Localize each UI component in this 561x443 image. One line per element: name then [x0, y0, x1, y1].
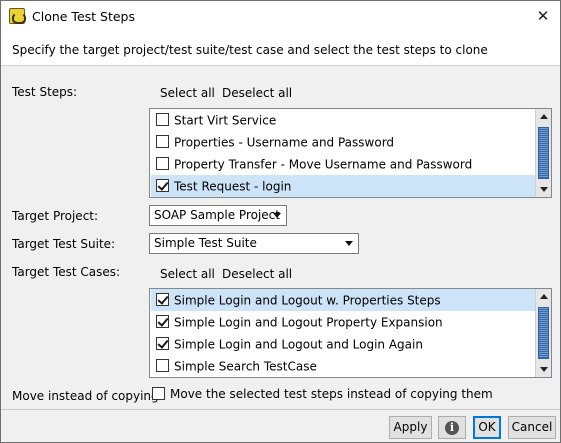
- test-case-checkbox[interactable]: [156, 359, 169, 372]
- scroll-up-arrow-icon[interactable]: [536, 289, 551, 304]
- test-cases-list[interactable]: Simple Login and Logout w. Properties St…: [149, 288, 552, 378]
- test-case-checkbox[interactable]: [156, 315, 169, 328]
- test-step-item-label: Start Virt Service: [174, 113, 277, 128]
- test-step-checkbox[interactable]: [156, 113, 169, 126]
- test-step-item-label: Test Request - login: [174, 179, 292, 194]
- scroll-thumb[interactable]: [538, 307, 549, 359]
- instruction-text: Specify the target project/test suite/te…: [12, 43, 488, 57]
- move-instead-label: Move instead of copying:: [12, 389, 163, 403]
- title-bar: Clone Test Steps ✕: [1, 1, 560, 32]
- test-step-checkbox[interactable]: [156, 179, 169, 192]
- test-case-list-item[interactable]: Simple Login and Logout w. Properties St…: [151, 289, 535, 311]
- soapui-app-icon: [9, 8, 26, 24]
- test-steps-list[interactable]: Start Virt Service Properties - Username …: [149, 108, 552, 198]
- apply-button[interactable]: Apply: [389, 416, 432, 439]
- target-project-label: Target Project:: [12, 209, 99, 223]
- target-project-select[interactable]: SOAP Sample Project: [149, 205, 287, 226]
- scroll-up-arrow-icon[interactable]: [536, 109, 551, 124]
- test-step-checkbox[interactable]: [156, 157, 169, 170]
- target-project-value: SOAP Sample Project: [154, 208, 280, 222]
- window-title: Clone Test Steps: [32, 9, 135, 24]
- chevron-down-icon: [273, 213, 281, 218]
- instruction-band: Specify the target project/test suite/te…: [1, 32, 560, 66]
- test-step-list-item[interactable]: Properties - Username and Password: [151, 131, 535, 153]
- target-test-suite-select[interactable]: Simple Test Suite: [149, 233, 359, 254]
- close-button[interactable]: ✕: [532, 5, 554, 27]
- test-case-list-item[interactable]: Simple Search TestCase: [151, 355, 535, 377]
- chevron-down-icon: [345, 241, 353, 246]
- info-icon: i: [445, 421, 459, 435]
- test-case-item-label: Simple Login and Logout and Login Again: [174, 337, 423, 352]
- footer-divider: [1, 409, 560, 410]
- test-case-list-item[interactable]: Simple Login and Logout Property Expansi…: [151, 311, 535, 333]
- test-cases-select-all[interactable]: Select all: [160, 267, 215, 281]
- test-case-checkbox[interactable]: [156, 337, 169, 350]
- test-step-list-item[interactable]: Start Virt Service: [151, 109, 535, 131]
- test-cases-deselect-all[interactable]: Deselect all: [222, 267, 292, 281]
- ok-button[interactable]: OK: [473, 416, 501, 439]
- test-case-checkbox[interactable]: [156, 293, 169, 306]
- test-steps-label: Test Steps:: [12, 85, 78, 99]
- test-case-list-item[interactable]: Simple Login and Logout and Login Again: [151, 333, 535, 355]
- test-steps-deselect-all[interactable]: Deselect all: [222, 86, 292, 100]
- test-step-item-label: Property Transfer - Move Username and Pa…: [174, 157, 473, 172]
- test-step-list-item[interactable]: Property Transfer - Move Username and Pa…: [151, 153, 535, 175]
- test-steps-scrollbar[interactable]: [535, 109, 551, 197]
- test-steps-select-all[interactable]: Select all: [160, 86, 215, 100]
- test-step-checkbox[interactable]: [156, 135, 169, 148]
- info-button[interactable]: i: [438, 416, 466, 439]
- target-test-suite-label: Target Test Suite:: [12, 237, 116, 251]
- target-test-suite-value: Simple Test Suite: [154, 236, 257, 250]
- test-step-item-label: Properties - Username and Password: [174, 135, 395, 150]
- test-case-item-label: Simple Search TestCase: [174, 359, 317, 374]
- move-checkbox[interactable]: [152, 387, 165, 400]
- test-case-item-label: Simple Login and Logout w. Properties St…: [174, 293, 441, 308]
- test-cases-scrollbar[interactable]: [535, 289, 551, 377]
- clone-test-steps-dialog: Clone Test Steps ✕ Specify the target pr…: [0, 0, 561, 443]
- target-test-cases-label: Target Test Cases:: [12, 265, 121, 279]
- test-step-list-item[interactable]: Test Request - login: [151, 175, 535, 197]
- move-checkbox-label: Move the selected test steps instead of …: [170, 387, 493, 401]
- scroll-thumb[interactable]: [538, 127, 549, 179]
- move-checkbox-row[interactable]: Move the selected test steps instead of …: [152, 387, 493, 401]
- cancel-button[interactable]: Cancel: [508, 416, 556, 439]
- scroll-down-arrow-icon[interactable]: [536, 182, 551, 197]
- scroll-down-arrow-icon[interactable]: [536, 362, 551, 377]
- test-case-item-label: Simple Login and Logout Property Expansi…: [174, 315, 443, 330]
